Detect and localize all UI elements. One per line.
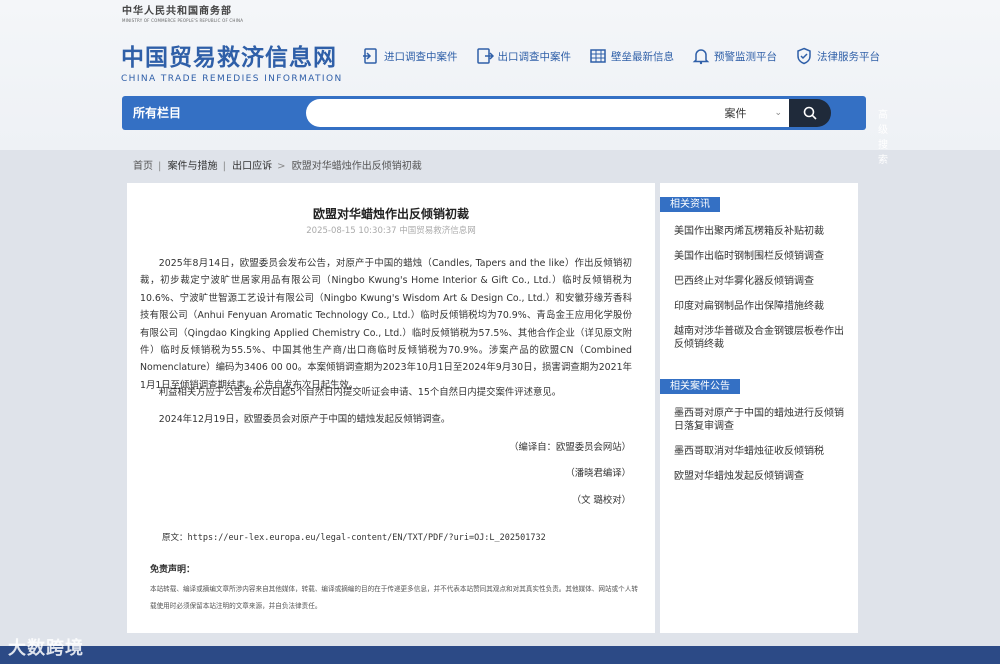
nav-legal-service[interactable]: 法律服务平台 xyxy=(795,44,880,68)
nav-import-cases-label: 进口调查中案件 xyxy=(384,50,458,63)
nav-export-cases-label: 出口调查中案件 xyxy=(497,50,572,63)
related-news-item[interactable]: 越南对涉华普碳及合金钢镀层板卷作出反倾销终裁 xyxy=(674,325,850,351)
related-case-item[interactable]: 墨西哥取消对华蜡烛征收反倾销税 xyxy=(674,445,850,458)
category-select[interactable]: 所有栏目 xyxy=(133,104,181,121)
breadcrumb-separator: > xyxy=(277,161,286,172)
article-paragraph: 2024年12月19日，欧盟委员会对原产于中国的蜡烛发起反倾销调查。 xyxy=(158,414,451,425)
article-panel: 欧盟对华蜡烛作出反倾销初裁 2025-08-15 10:30:37 中国贸易救济… xyxy=(127,183,655,633)
import-doc-icon xyxy=(363,48,377,64)
search-button[interactable] xyxy=(789,99,831,127)
breadcrumb-home[interactable]: 首页 xyxy=(133,161,153,172)
nav-warning-platform[interactable]: 预警监测平台 xyxy=(692,44,777,68)
breadcrumb-export[interactable]: 出口应诉 xyxy=(232,161,272,172)
search-type-select[interactable]: 案件 ⌄ xyxy=(606,99,790,127)
nav-legal-service-label: 法律服务平台 xyxy=(817,50,880,63)
footer-band xyxy=(0,646,1000,664)
disclaimer-title: 免责声明： xyxy=(150,565,196,575)
related-cases-heading: 相关案件公告 xyxy=(660,379,740,394)
sidebar: 相关资讯 美国作出聚丙烯瓦楞箱反补贴初裁 美国作出临时钢制围栏反倾销调查 巴西终… xyxy=(660,183,858,633)
related-case-item[interactable]: 墨西哥对原产于中国的蜡烛进行反倾销日落复审调查 xyxy=(674,407,850,433)
search-bar: 所有栏目 案件 ⌄ 高级搜索 xyxy=(122,96,888,166)
article-body: 2025年8月14日，欧盟委员会发布公告，对原产于中国的蜡烛（Candles, … xyxy=(140,258,632,391)
shield-icon xyxy=(797,47,811,65)
article-meta: 2025-08-15 10:30:37 中国贸易救济信息网 xyxy=(306,226,476,236)
bell-icon xyxy=(692,49,710,65)
related-news-item[interactable]: 巴西终止对华雾化器反倾销调查 xyxy=(674,275,850,288)
ministry-logo[interactable]: 中华人民共和国商务部 MINISTRY OF COMMERCE PEOPLE'S… xyxy=(122,2,243,23)
article-source-note: （编译自：欧盟委员会网站） xyxy=(509,442,631,453)
article-paragraph: 利益相关方应于公告发布次日起5个自然日内提交听证会申请、15个自然日内提交案件评… xyxy=(158,387,562,398)
disclaimer-body: 本站转载、编译或摘编文章所涉内容来自其他媒体，转载、编译或摘编的目的在于传递更多… xyxy=(150,585,638,610)
related-news-item[interactable]: 美国作出聚丙烯瓦楞箱反补贴初裁 xyxy=(674,225,850,238)
article-translator: （潘晓君编译） xyxy=(565,468,631,479)
top-nav: 进口调查中案件 出口调查中案件 壁垒最新信息 预警监测平台 法律服务平台 xyxy=(362,44,898,68)
export-doc-icon xyxy=(476,48,494,64)
nav-barrier-info[interactable]: 壁垒最新信息 xyxy=(589,44,674,68)
site-name-en: CHINA TRADE REMEDIES INFORMATION xyxy=(121,74,343,84)
site-name-cn: 中国贸易救济信息网 xyxy=(121,45,337,71)
breadcrumb-separator: | xyxy=(222,161,226,172)
nav-import-cases[interactable]: 进口调查中案件 xyxy=(362,44,458,68)
site-logo[interactable]: 中国贸易救济信息网 CHINA TRADE REMEDIES INFORMATI… xyxy=(121,38,343,84)
breadcrumb: 首页 | 案件与措施 | 出口应诉 > 欧盟对华蜡烛作出反倾销初裁 xyxy=(133,157,424,172)
related-cases-list: 墨西哥对原产于中国的蜡烛进行反倾销日落复审调查 墨西哥取消对华蜡烛征收反倾销税 … xyxy=(674,407,850,495)
barrier-icon xyxy=(590,49,606,63)
advanced-search-link[interactable]: 高级搜索 xyxy=(878,106,888,166)
breadcrumb-separator: | xyxy=(158,161,162,172)
search-icon xyxy=(803,106,817,120)
breadcrumb-current: 欧盟对华蜡烛作出反倾销初裁 xyxy=(291,161,422,172)
related-news-item[interactable]: 印度对扁钢制品作出保障措施终裁 xyxy=(674,300,850,313)
chevron-down-icon: ⌄ xyxy=(774,108,782,118)
watermark-logo: 大数跨境 xyxy=(8,638,84,659)
related-news-heading: 相关资讯 xyxy=(660,197,720,212)
search-type-label: 案件 xyxy=(724,107,747,120)
ministry-name-en: MINISTRY OF COMMERCE PEOPLE'S REPUBLIC O… xyxy=(122,18,244,23)
related-news-item[interactable]: 美国作出临时钢制围栏反倾销调查 xyxy=(674,250,850,263)
related-case-item[interactable]: 欧盟对华蜡烛发起反倾销调查 xyxy=(674,470,850,483)
nav-warning-platform-label: 预警监测平台 xyxy=(714,50,777,63)
breadcrumb-cases[interactable]: 案件与措施 xyxy=(168,161,218,172)
nav-export-cases[interactable]: 出口调查中案件 xyxy=(476,44,572,68)
ministry-name-cn: 中华人民共和国商务部 xyxy=(122,6,232,17)
related-news-list: 美国作出聚丙烯瓦楞箱反补贴初裁 美国作出临时钢制围栏反倾销调查 巴西终止对华雾化… xyxy=(674,225,850,363)
article-title: 欧盟对华蜡烛作出反倾销初裁 xyxy=(312,207,469,221)
nav-barrier-info-label: 壁垒最新信息 xyxy=(611,50,674,63)
article-proofreader: （文 璐校对） xyxy=(571,495,631,506)
search-input[interactable] xyxy=(306,99,606,127)
article-source-link[interactable]: 原文：https://eur-lex.europa.eu/legal-conte… xyxy=(162,531,546,543)
